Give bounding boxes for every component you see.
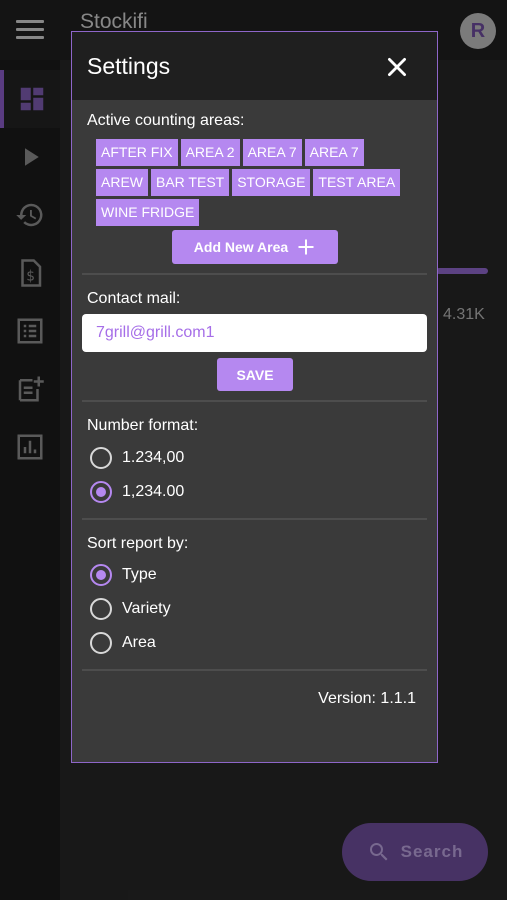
area-chip[interactable]: STORAGE <box>232 169 311 196</box>
area-chip[interactable]: TEST AREA <box>313 169 401 196</box>
contact-mail-input[interactable] <box>82 314 427 352</box>
radio-label: 1.234,00 <box>122 449 185 466</box>
area-chip[interactable]: WINE FRIDGE <box>96 199 200 226</box>
area-chip[interactable]: AFTER FIX <box>96 139 178 166</box>
add-new-area-button[interactable]: Add New Area <box>172 230 338 264</box>
add-new-area-label: Add New Area <box>193 239 289 255</box>
radio-label: Type <box>122 566 157 583</box>
divider <box>82 400 427 402</box>
radio-label: Area <box>122 634 156 651</box>
area-chip[interactable]: AREA 7 <box>304 139 364 166</box>
area-chip[interactable]: AREW <box>96 169 148 196</box>
settings-dialog: Settings Active counting areas: AFTER FI… <box>71 31 438 763</box>
areas-label: Active counting areas: <box>87 112 245 129</box>
plus-icon <box>298 239 314 255</box>
sort-option-variety[interactable]: Variety <box>90 596 171 622</box>
radio-unchecked-icon[interactable] <box>90 598 112 620</box>
divider <box>82 273 427 275</box>
number-format-label: Number format: <box>87 417 199 434</box>
close-button[interactable] <box>384 54 410 80</box>
number-format-option-comma-decimal[interactable]: 1.234,00 <box>90 445 184 471</box>
radio-unchecked-icon[interactable] <box>90 447 112 469</box>
number-format-option-dot-decimal[interactable]: 1,234.00 <box>90 479 184 505</box>
dialog-header: Settings <box>72 32 437 100</box>
area-chip[interactable]: AREA 7 <box>242 139 302 166</box>
radio-checked-icon[interactable] <box>90 481 112 503</box>
area-chip[interactable]: BAR TEST <box>151 169 230 196</box>
close-icon <box>388 58 406 76</box>
app-version: Version: 1.1.1 <box>318 690 416 707</box>
sort-option-area[interactable]: Area <box>90 630 156 656</box>
save-button[interactable]: SAVE <box>217 358 293 391</box>
radio-unchecked-icon[interactable] <box>90 632 112 654</box>
contact-mail-label: Contact mail: <box>87 290 181 307</box>
dialog-title: Settings <box>87 53 171 79</box>
sort-option-type[interactable]: Type <box>90 562 157 588</box>
divider <box>82 669 427 671</box>
divider <box>82 518 427 520</box>
radio-label: Variety <box>122 600 171 617</box>
area-chip[interactable]: AREA 2 <box>180 139 240 166</box>
sort-report-label: Sort report by: <box>87 535 189 552</box>
area-chips: AFTER FIX AREA 2 AREA 7 AREA 7 AREW BAR … <box>96 139 416 226</box>
radio-checked-icon[interactable] <box>90 564 112 586</box>
radio-label: 1,234.00 <box>122 483 185 500</box>
